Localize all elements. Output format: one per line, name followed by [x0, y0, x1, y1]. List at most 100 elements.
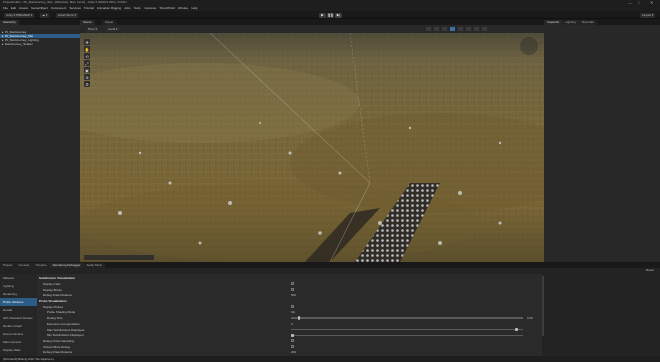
category-item[interactable]: Main Camera — [0, 338, 37, 346]
menu-jobs[interactable]: Jobs — [124, 7, 130, 10]
menu-animation-rigging[interactable]: Animation Rigging — [97, 7, 121, 10]
property-value[interactable]: 200 — [291, 350, 296, 354]
audio-toggle-icon[interactable] — [450, 27, 455, 31]
property-row[interactable]: Display Cells — [37, 282, 537, 287]
window-title: ProjectFolder - 05_StartJourney_Wet - [W… — [3, 1, 128, 4]
cloud-button[interactable]: ☁ ▾ — [40, 13, 50, 18]
gizmos-icon[interactable] — [482, 27, 487, 31]
property-value[interactable]: 0 — [291, 322, 293, 326]
menu-edit[interactable]: Edit — [11, 7, 16, 10]
menu-help[interactable]: Help — [191, 7, 197, 10]
hierarchy-item[interactable]: ▸ StartJourney_Scatter — [0, 42, 80, 46]
menu-gameobject[interactable]: GameObject — [31, 7, 48, 10]
menu-cutscene[interactable]: Cutscene — [144, 7, 157, 10]
property-row[interactable]: Max Subdivisions Displayed — [37, 327, 537, 332]
property-checkbox[interactable] — [291, 288, 294, 292]
scrollbar[interactable] — [542, 276, 544, 336]
property-row[interactable]: Display Bricks — [37, 287, 537, 292]
close-icon[interactable]: ✕ — [650, 1, 653, 5]
category-item[interactable]: Render Graph — [0, 322, 37, 330]
property-slider[interactable] — [291, 316, 523, 320]
property-slider[interactable] — [291, 327, 523, 332]
overlay-toolbar[interactable] — [84, 255, 154, 260]
menu-timeofvoid[interactable]: TimeOfVoid — [159, 7, 175, 10]
tab-lighting[interactable]: Lighting — [562, 20, 579, 25]
menu-tools[interactable]: Tools — [134, 7, 141, 10]
category-item[interactable]: Lighting — [0, 282, 37, 290]
property-label: Max Subdivisions Displayed — [47, 327, 85, 332]
category-item[interactable]: Rendering — [0, 290, 37, 298]
tab-hierarchy[interactable]: Hierarchy — [0, 20, 19, 25]
property-row[interactable]: Debug Probe Sampling — [37, 339, 537, 344]
asset-store-button[interactable]: Asset Store ▾ — [56, 13, 78, 18]
tab-inspector[interactable]: Inspector — [544, 20, 563, 25]
hand-tool-icon[interactable]: ✋ — [84, 46, 90, 52]
menu-services[interactable]: Services — [69, 7, 81, 10]
property-row[interactable]: Virtual Offset Debug — [37, 344, 537, 349]
step-button[interactable]: ▶| — [335, 12, 342, 18]
category-item[interactable]: Scene Camera — [0, 330, 37, 338]
play-button[interactable]: ▶ — [319, 12, 326, 18]
pause-button[interactable]: ❚❚ — [327, 12, 334, 18]
property-row[interactable]: Display Probes — [37, 305, 537, 310]
hidden-objects-icon[interactable] — [466, 27, 471, 31]
property-row[interactable]: Debug Size 0.06 — [37, 316, 537, 321]
property-slider[interactable] — [291, 333, 523, 337]
slider-knob[interactable] — [515, 327, 518, 332]
maximize-icon[interactable]: □ — [638, 1, 640, 5]
hierarchy-item-label: StartJourney_Scatter — [4, 42, 33, 46]
property-row[interactable]: Min Subdivisions Displayed — [37, 333, 537, 338]
property-row[interactable]: Debug Draw Distance 200 — [37, 350, 537, 355]
slider-value[interactable]: 0.06 — [527, 316, 533, 320]
main-toolbar: Unity 6 PREVIEW ▾ ☁ ▾ Asset Store ▾ ▶ ❚❚… — [0, 11, 660, 19]
property-label: Exposure Compensation — [47, 321, 80, 326]
scale-tool-icon[interactable]: ⤢ — [84, 60, 90, 66]
scene-gizmo-icon[interactable] — [520, 37, 538, 55]
category-item[interactable]: GPU Resident Drawer — [0, 314, 37, 322]
property-checkbox[interactable] — [291, 282, 294, 286]
category-item[interactable]: Display Stats — [0, 346, 37, 354]
slider-knob[interactable] — [291, 333, 294, 337]
account-dropdown[interactable]: Unity 6 PREVIEW ▾ — [4, 13, 35, 18]
category-item[interactable]: Material — [0, 274, 37, 282]
category-item[interactable]: Decals — [0, 306, 37, 314]
draw-mode-icon[interactable] — [426, 27, 431, 31]
menu-assets[interactable]: Assets — [19, 7, 28, 10]
scene-icon[interactable]: ▸ — [2, 42, 4, 46]
property-value[interactable]: 500 — [291, 293, 296, 297]
scene-viewport[interactable]: ✥ ✋ ⟲ ⤢ ▣ ⊕ ⚙ — [80, 33, 544, 262]
property-value[interactable]: SH — [291, 310, 295, 314]
menu-file[interactable]: File — [3, 7, 8, 10]
debugger-categories: Material Lighting Rendering Probe Volumes De… — [0, 274, 37, 356]
rotate-tool-icon[interactable]: ⟲ — [84, 53, 90, 59]
rect-tool-icon[interactable]: ▣ — [84, 67, 90, 73]
property-checkbox[interactable] — [291, 339, 294, 343]
custom-tool-icon[interactable]: ⚙ — [84, 81, 90, 87]
pivot-dropdown[interactable]: Pivot ▾ — [86, 26, 100, 32]
2d-toggle-icon[interactable] — [434, 27, 439, 31]
scene-toolbar: Pivot ▾ Local ▾ — [80, 25, 544, 33]
reset-button[interactable]: Reset — [646, 269, 654, 272]
menu-window[interactable]: Window — [178, 7, 189, 10]
menu-tutorial[interactable]: Tutorial — [84, 7, 94, 10]
property-row[interactable]: Debug Draw Distance 500 — [37, 293, 537, 298]
tab-recorder[interactable]: Recorder — [578, 20, 598, 25]
transform-tool-icon[interactable]: ⊕ — [84, 74, 90, 80]
slider-knob[interactable] — [297, 316, 301, 320]
layout-dropdown[interactable]: Layout ▾ — [640, 13, 656, 18]
property-row[interactable]: Probe Shading Mode SH — [37, 310, 537, 315]
camera-settings-icon[interactable] — [474, 27, 479, 31]
menu-component[interactable]: Component — [51, 7, 67, 10]
category-item[interactable]: Probe Volumes — [0, 298, 37, 306]
property-label: Debug Probe Sampling — [43, 338, 75, 343]
property-checkbox[interactable] — [291, 345, 294, 349]
property-row[interactable]: Exposure Compensation 0 — [37, 322, 537, 327]
property-checkbox[interactable] — [291, 305, 294, 309]
status-bar: [Worldsoft] Baking ASG Tile Adjacency — [0, 356, 660, 362]
local-dropdown[interactable]: Local ▾ — [106, 26, 120, 32]
move-tool-icon[interactable]: ✥ — [84, 39, 90, 45]
minimize-icon[interactable]: — — [628, 1, 632, 5]
properties-scroll-area[interactable] — [542, 274, 660, 356]
effects-toggle-icon[interactable] — [458, 27, 463, 31]
lighting-toggle-icon[interactable] — [442, 27, 447, 31]
